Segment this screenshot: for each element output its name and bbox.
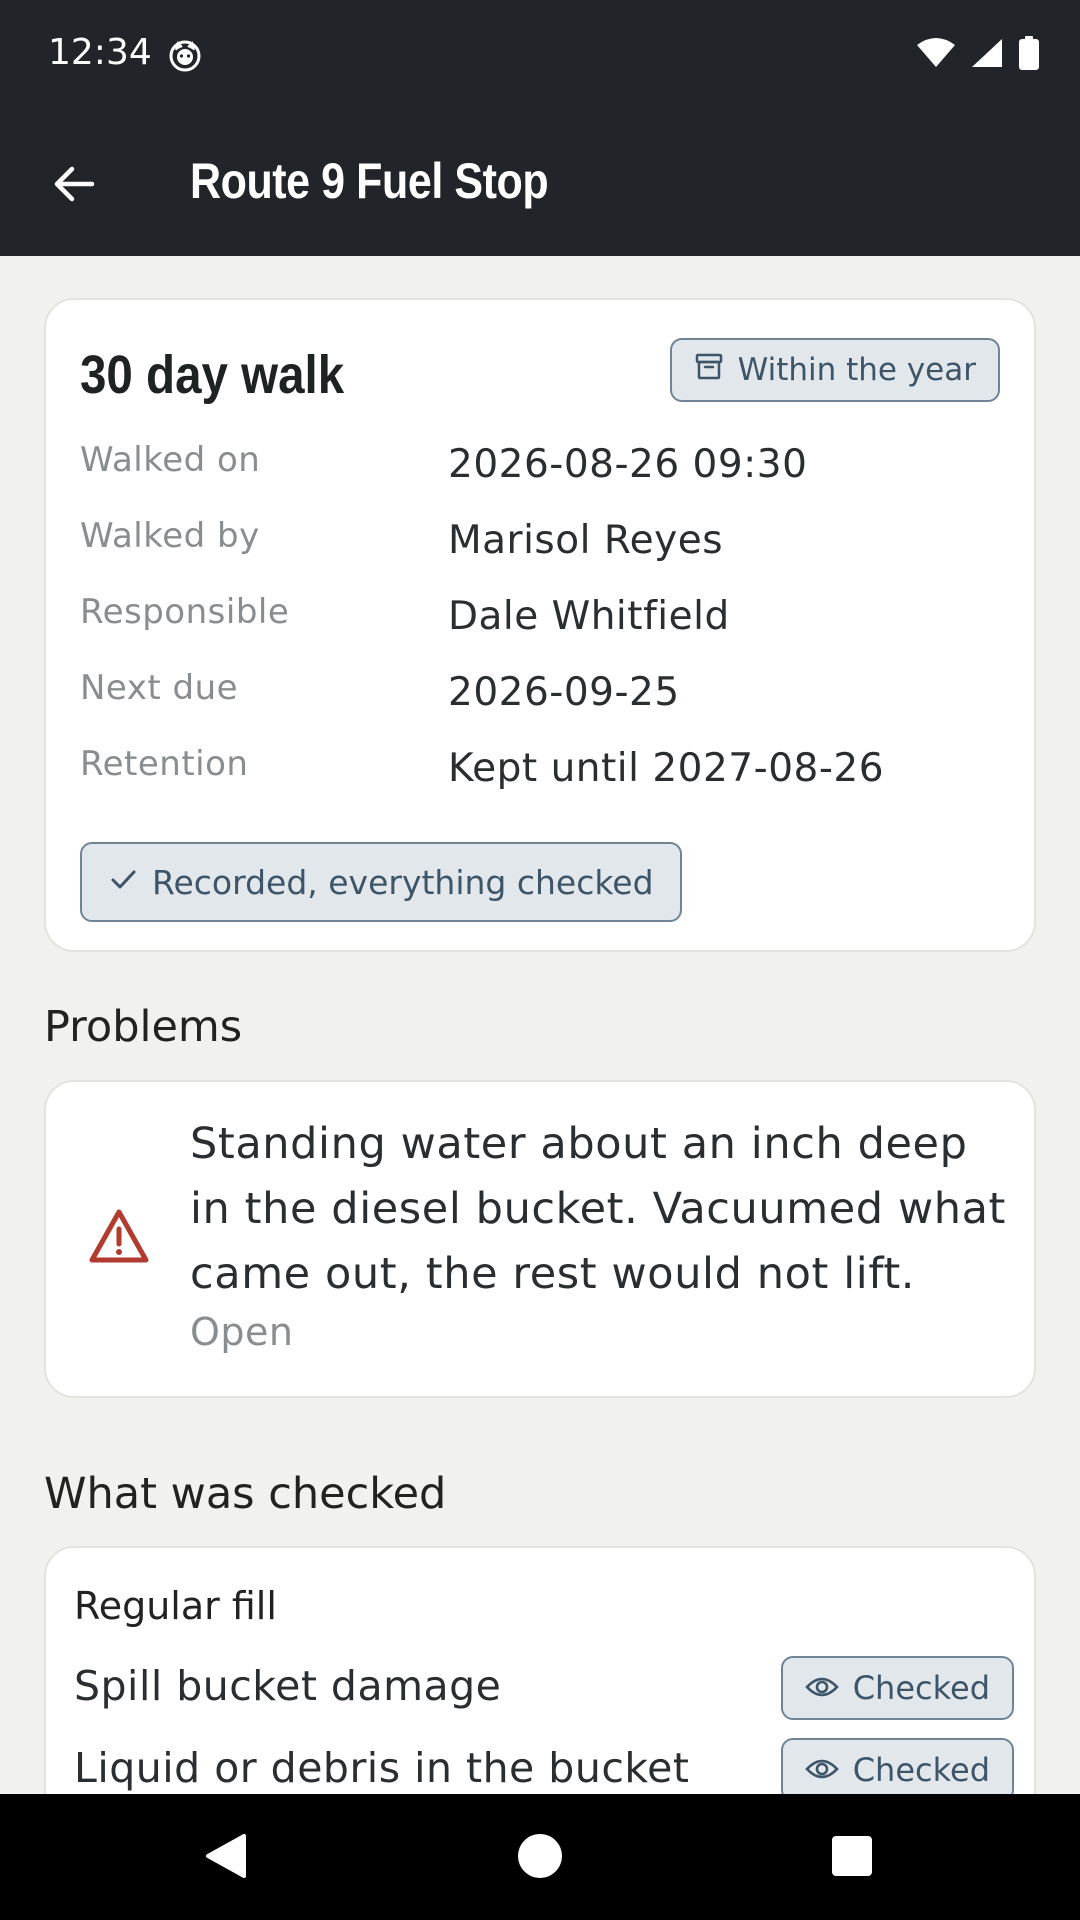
inspection-title: 30 day walk — [80, 345, 345, 405]
nav-recents-button[interactable] — [826, 1832, 878, 1884]
retention-chip[interactable]: Within the year — [669, 338, 1000, 402]
signal-icon — [970, 37, 1004, 73]
detail-value: 2026-08-26 09:30 — [448, 442, 808, 487]
checked-chip-label: Checked — [852, 1669, 990, 1707]
cat-notification-icon — [168, 38, 202, 72]
checked-chip-label: Checked — [852, 1751, 990, 1789]
eye-icon — [804, 1751, 839, 1789]
system-navigation-bar — [0, 1794, 1080, 1920]
detail-value: Dale Whitfield — [448, 594, 730, 639]
nav-home-button[interactable] — [514, 1832, 566, 1884]
detail-value: Kept until 2027-08-26 — [448, 746, 885, 791]
detail-label: Next due — [80, 668, 239, 708]
detail-label: Responsible — [80, 592, 290, 632]
retention-chip-label: Within the year — [737, 352, 976, 388]
status-chip[interactable]: Recorded, everything checked — [80, 842, 682, 922]
checked-chip[interactable]: Checked — [780, 1656, 1014, 1720]
status-chip-label: Recorded, everything checked — [152, 862, 654, 902]
app-bar: Route 9 Fuel Stop — [0, 110, 1080, 256]
check-item-label: Liquid or debris in the bucket — [74, 1744, 690, 1792]
details-list: Walked on 2026-08-26 09:30 Walked by Mar… — [80, 440, 1000, 820]
status-bar: 12:34 — [0, 0, 1080, 110]
detail-row-next-due: Next due 2026-09-25 — [80, 668, 1000, 744]
detail-row-responsible: Responsible Dale Whitfield — [80, 592, 1000, 668]
warning-icon — [88, 1208, 150, 1264]
detail-value: Marisol Reyes — [448, 518, 724, 563]
nav-back-icon — [202, 1832, 250, 1884]
problems-heading: Problems — [44, 1002, 243, 1052]
checked-heading: What was checked — [44, 1469, 447, 1519]
page-title: Route 9 Fuel Stop — [190, 153, 549, 209]
checked-chip[interactable]: Checked — [780, 1738, 1014, 1794]
inspection-summary-card: 30 day walk Within the year Walked on 20… — [44, 298, 1036, 952]
nav-back-button[interactable] — [200, 1832, 252, 1884]
nav-home-icon — [516, 1832, 564, 1884]
check-group-title: Regular fill — [74, 1584, 277, 1628]
status-time: 12:34 — [48, 32, 152, 73]
problem-card[interactable]: Standing water about an inch deep in the… — [44, 1080, 1036, 1398]
battery-icon — [1018, 36, 1040, 74]
detail-row-retention: Retention Kept until 2027-08-26 — [80, 744, 1000, 820]
nav-recents-icon — [830, 1834, 874, 1882]
content-scroll-area[interactable]: 30 day walk Within the year Walked on 20… — [0, 256, 1080, 1794]
detail-row-walked-by: Walked by Marisol Reyes — [80, 516, 1000, 592]
check-item-label: Spill bucket damage — [74, 1662, 502, 1710]
detail-value: 2026-09-25 — [448, 670, 680, 715]
arrow-back-icon — [50, 160, 98, 212]
wifi-icon — [916, 37, 956, 73]
check-icon — [108, 863, 138, 902]
detail-label: Retention — [80, 744, 249, 784]
problem-description: Standing water about an inch deep in the… — [190, 1119, 1006, 1299]
check-item: Liquid or debris in the bucket Checked — [74, 1738, 1014, 1794]
problem-status: Open — [190, 1310, 294, 1354]
detail-row-walked-on: Walked on 2026-08-26 09:30 — [80, 440, 1000, 516]
detail-label: Walked by — [80, 516, 260, 556]
check-item: Spill bucket damage Checked — [74, 1656, 1014, 1722]
eye-icon — [804, 1669, 839, 1707]
checked-card: Regular fill Spill bucket damage Checked… — [44, 1546, 1036, 1794]
archive-icon — [694, 351, 724, 389]
back-button[interactable] — [38, 150, 110, 222]
detail-label: Walked on — [80, 440, 261, 480]
